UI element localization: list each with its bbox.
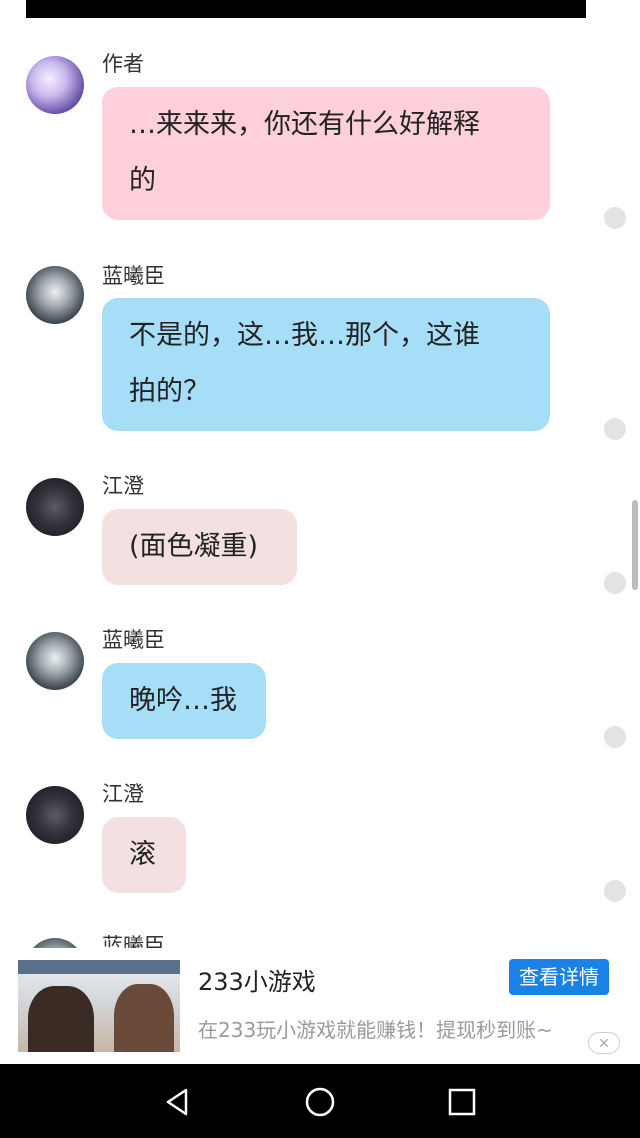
chat-thread[interactable]: 作者 …来来来，你还有什么好解释 的 蓝曦臣 不是的，这…我…那个，这谁 拍的？…	[0, 0, 640, 948]
message-bubble[interactable]: (面色凝重)	[102, 509, 297, 585]
message-bubble[interactable]: 滚	[102, 817, 186, 893]
message-line: …来来来，你还有什么好解释	[129, 109, 480, 140]
message-bubble[interactable]: 晚吟…我	[102, 663, 266, 739]
sender-name: 蓝曦臣	[102, 628, 165, 652]
message-line: 不是的，这…我…那个，这谁	[129, 320, 480, 351]
sender-name: 蓝曦臣	[102, 264, 165, 288]
lan-xichen-avatar[interactable]	[26, 938, 84, 948]
recent-square-icon[interactable]	[444, 1084, 480, 1120]
lan-xichen-avatar[interactable]	[26, 632, 84, 690]
message-status-dot	[604, 207, 626, 229]
sender-name: 作者	[102, 52, 144, 76]
message-text: 晚吟…我	[129, 685, 237, 716]
jiang-cheng-avatar[interactable]	[26, 478, 84, 536]
message-bubble[interactable]: 不是的，这…我…那个，这谁 拍的？	[102, 298, 550, 431]
sender-name: 蓝曦臣	[102, 934, 165, 948]
view-details-button[interactable]: 查看详情	[509, 959, 609, 995]
scrollbar[interactable]	[632, 500, 638, 590]
ad-banner[interactable]: 233小游戏 在233玩小游戏就能赚钱！提现秒到账~ 查看详情 ✕	[0, 948, 640, 1064]
message-status-dot	[604, 418, 626, 440]
back-triangle-icon[interactable]	[160, 1084, 196, 1120]
ad-thumbnail[interactable]	[18, 960, 180, 1052]
ad-title[interactable]: 233小游戏	[198, 962, 316, 997]
message-line: 拍的？	[129, 376, 210, 407]
home-circle-icon[interactable]	[302, 1084, 338, 1120]
message-status-dot	[604, 880, 626, 902]
message-text: (面色凝重)	[129, 531, 259, 562]
message-status-dot	[604, 572, 626, 594]
sender-name: 江澄	[102, 474, 144, 498]
navigation-bar	[0, 1064, 640, 1138]
message-text: 滚	[129, 839, 156, 870]
jiang-cheng-avatar[interactable]	[26, 786, 84, 844]
sender-name: 江澄	[102, 782, 144, 806]
ad-description[interactable]: 在233玩小游戏就能赚钱！提现秒到账~	[198, 1014, 553, 1043]
message-bubble[interactable]: …来来来，你还有什么好解释 的	[102, 87, 550, 220]
lan-xichen-avatar[interactable]	[26, 266, 84, 324]
close-icon[interactable]: ✕	[588, 1032, 620, 1054]
author-avatar[interactable]	[26, 56, 84, 114]
message-status-dot	[604, 726, 626, 748]
message-line: 的	[129, 165, 156, 196]
